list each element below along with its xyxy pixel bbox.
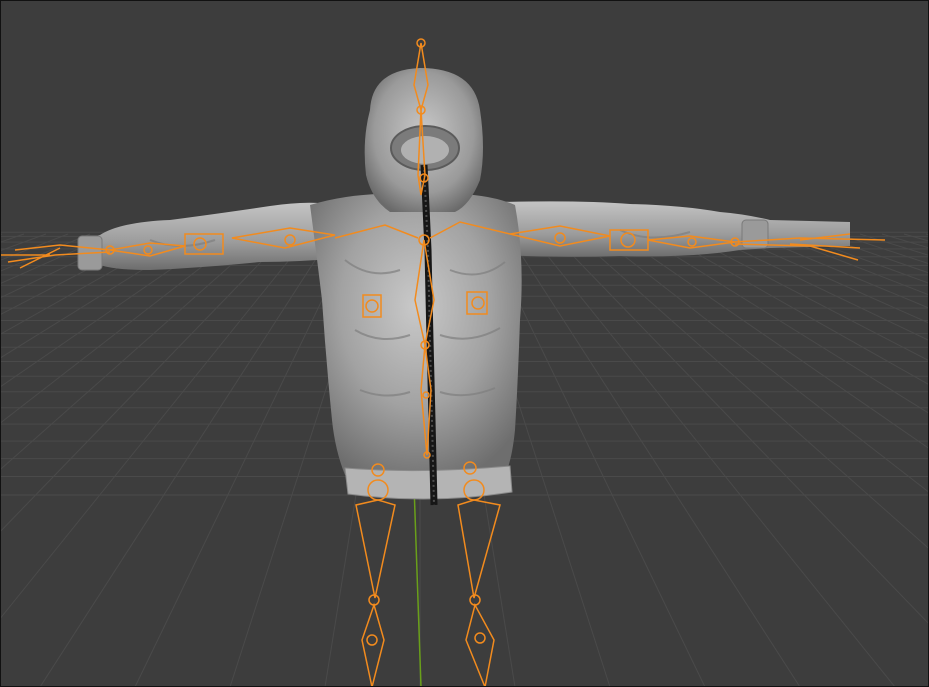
grid-line-v xyxy=(134,233,355,687)
bone-right-thigh[interactable] xyxy=(457,499,501,599)
grid-line-v xyxy=(0,233,245,424)
grid-line-v xyxy=(859,233,929,256)
grid-line-v xyxy=(507,233,801,687)
grid-line-v xyxy=(0,233,25,243)
grid-line-v xyxy=(793,233,929,284)
face-surface xyxy=(401,136,449,164)
grid-line-v xyxy=(815,233,929,274)
grid-line-v xyxy=(39,233,333,687)
grid-line-v xyxy=(683,233,929,362)
grid-line-v xyxy=(0,233,91,272)
bone-left-thigh[interactable] xyxy=(355,499,396,599)
grid-line-v xyxy=(881,233,929,249)
grid-line-v xyxy=(661,233,929,386)
grid-line-v xyxy=(903,233,929,242)
waistband xyxy=(344,465,513,500)
grid-line-v xyxy=(0,233,157,316)
grid-line-v xyxy=(551,233,929,625)
bone-left-shin[interactable] xyxy=(361,602,385,687)
grid-line-v xyxy=(727,233,929,324)
grid-line-v xyxy=(595,233,929,493)
bone-left-ankle[interactable] xyxy=(366,634,378,646)
bone-right-shin[interactable] xyxy=(465,602,495,687)
left-sleeve[interactable] xyxy=(78,202,340,270)
grid-line-v xyxy=(529,233,896,687)
grid-line-v xyxy=(0,233,47,252)
grid-line-v xyxy=(0,233,311,620)
grid-line-v xyxy=(0,233,201,359)
grid-line-v xyxy=(705,233,929,342)
hoodie-mesh[interactable] xyxy=(77,68,850,506)
bone-right-ankle[interactable] xyxy=(474,632,486,644)
grid-line-v xyxy=(749,233,929,309)
grid-line-v xyxy=(573,233,929,550)
grid-line-v xyxy=(0,233,267,471)
grid-line-v xyxy=(0,233,113,285)
grid-line-v xyxy=(0,233,135,299)
grid-line-v xyxy=(0,233,179,335)
grid-line-v xyxy=(771,233,929,296)
3d-viewport[interactable] xyxy=(0,0,929,687)
viewport-canvas[interactable] xyxy=(0,0,929,687)
